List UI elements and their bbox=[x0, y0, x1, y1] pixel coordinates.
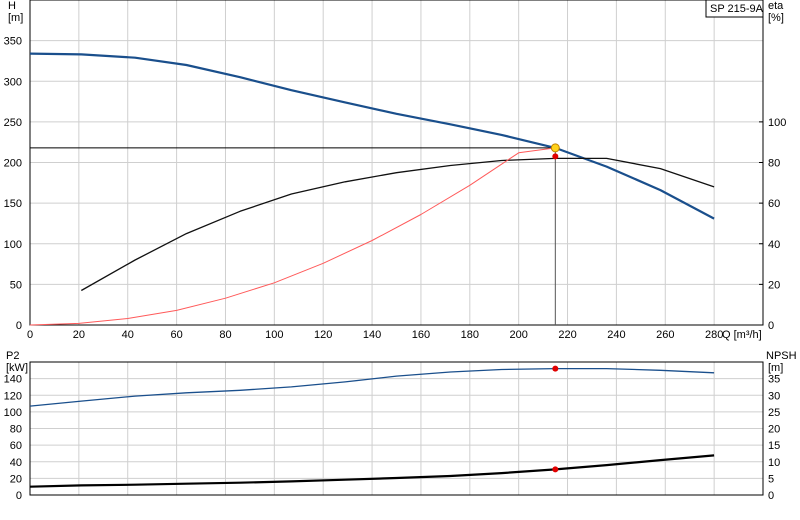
x-tick-label: 180 bbox=[461, 329, 479, 341]
x-tick-label: 60 bbox=[170, 329, 182, 341]
pump-performance-chart: 0 20 40 60 80 100 120 140 160 180 200 220 240 260 2800… bbox=[4, 0, 797, 502]
chart-title: SP 215-9A bbox=[710, 3, 764, 15]
x-tick-label: 20 bbox=[73, 329, 85, 341]
y-axis-unit-left: [m] bbox=[8, 12, 23, 24]
bottom-grid bbox=[29, 362, 763, 495]
npsh-duty-marker bbox=[552, 466, 559, 473]
top-grid bbox=[29, 0, 763, 325]
y-tick-label-left: 60 bbox=[10, 440, 22, 452]
y-tick-label-right: 10 bbox=[768, 457, 780, 469]
x-tick-label: 40 bbox=[122, 329, 134, 341]
y-axis-unit-right: [%] bbox=[768, 12, 784, 24]
x-axis-title: Q [m³/h] bbox=[722, 329, 762, 341]
y-tick-label-left: 40 bbox=[10, 457, 22, 469]
x-tick-label: 280 bbox=[705, 329, 723, 341]
y-tick-label-left: 0 bbox=[16, 490, 22, 502]
x-tick-label: 220 bbox=[558, 329, 576, 341]
x-tick-label: 120 bbox=[314, 329, 332, 341]
y-tick-label-left: 300 bbox=[4, 76, 22, 88]
y-tick-label-left: 120 bbox=[4, 390, 22, 402]
y-tick-label-left: 150 bbox=[4, 198, 22, 210]
duty-point-marker bbox=[550, 143, 560, 153]
y-tick-label-left: 20 bbox=[10, 473, 22, 485]
eta-duty-marker bbox=[552, 153, 559, 160]
y-tick-label-right: 5 bbox=[768, 473, 774, 485]
y-tick-label-left: 200 bbox=[4, 158, 22, 170]
y-axis-title-left: P2 bbox=[6, 350, 19, 362]
labels: 0 20 40 60 80 100 120 140 160 180 200 220 240 260 2800… bbox=[4, 0, 797, 502]
y-tick-label-left: 100 bbox=[4, 407, 22, 419]
y-tick-label-right: 60 bbox=[768, 198, 780, 210]
y-tick-label-right: 25 bbox=[768, 407, 780, 419]
x-tick-label: 160 bbox=[412, 329, 430, 341]
x-tick-label: 200 bbox=[509, 329, 527, 341]
y-axis-unit-right: [m] bbox=[768, 362, 783, 374]
p2-duty-marker bbox=[552, 365, 559, 372]
y-tick-label-left: 0 bbox=[16, 320, 22, 332]
y-axis-title-right: eta bbox=[768, 0, 784, 12]
y-tick-label-right: 80 bbox=[768, 158, 780, 170]
x-tick-label: 260 bbox=[656, 329, 674, 341]
y-tick-label-right: 30 bbox=[768, 390, 780, 402]
y-tick-label-left: 140 bbox=[4, 374, 22, 386]
y-tick-label-right: 20 bbox=[768, 279, 780, 291]
y-axis-title-right: NPSH bbox=[766, 350, 797, 362]
y-tick-label-right: 0 bbox=[768, 490, 774, 502]
y-tick-label-left: 350 bbox=[4, 36, 22, 48]
y-tick-label-right: 40 bbox=[768, 239, 780, 251]
title-box: SP 215-9A bbox=[705, 0, 764, 18]
x-tick-label: 140 bbox=[363, 329, 381, 341]
x-tick-label: 80 bbox=[219, 329, 231, 341]
y-tick-label-right: 100 bbox=[768, 117, 786, 129]
system-curve-curve bbox=[29, 147, 556, 326]
x-tick-label: 240 bbox=[607, 329, 625, 341]
y-tick-label-right: 0 bbox=[768, 320, 774, 332]
y-tick-label-right: 20 bbox=[768, 424, 780, 436]
y-tick-label-right: 35 bbox=[768, 374, 780, 386]
x-tick-label: 100 bbox=[265, 329, 283, 341]
y-axis-unit-left: [kW] bbox=[6, 362, 28, 374]
y-tick-label-left: 50 bbox=[10, 279, 22, 291]
y-tick-label-left: 100 bbox=[4, 239, 22, 251]
y-tick-label-right: 15 bbox=[768, 440, 780, 452]
y-tick-label-left: 80 bbox=[10, 424, 22, 436]
x-tick-label: 0 bbox=[27, 329, 33, 341]
y-axis-title-left: H bbox=[8, 0, 16, 12]
y-tick-label-left: 250 bbox=[4, 117, 22, 129]
